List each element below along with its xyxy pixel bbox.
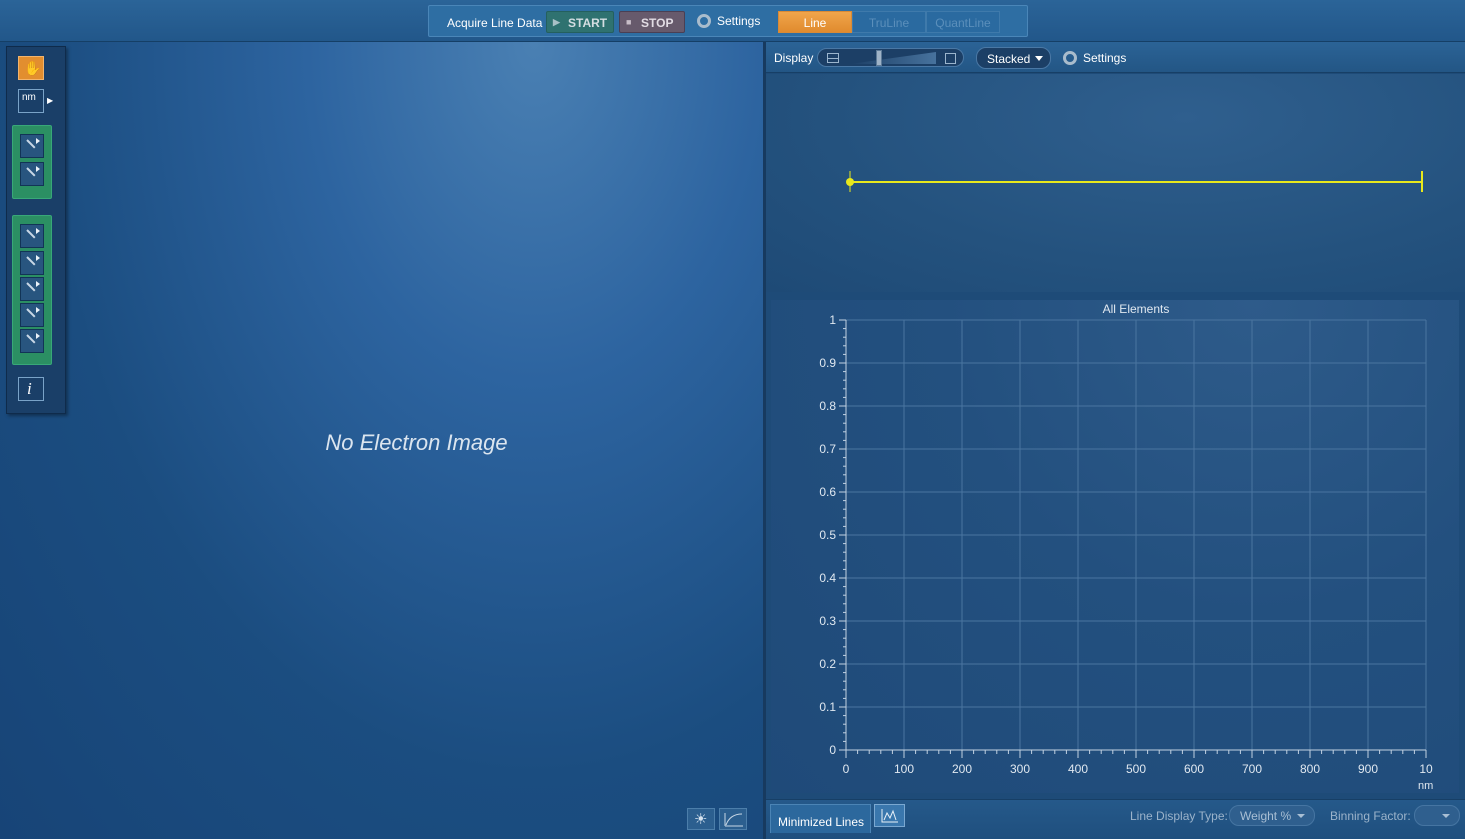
chevron-down-icon (1035, 56, 1043, 61)
y-tick-label: 0.1 (819, 700, 836, 714)
curve-icon (724, 813, 743, 827)
gear-icon (697, 14, 711, 28)
y-tick-label: 0.8 (819, 399, 836, 413)
chart-options-bar: Minimized Lines Line Display Type: Weigh… (766, 799, 1465, 839)
start-button[interactable]: ▶ START (546, 11, 614, 33)
line-data-panel: Display Stacked Settings 0 100 200 300 400 50… (766, 42, 1465, 839)
full-view-icon (945, 53, 956, 64)
line-display-type-select[interactable]: Weight % (1229, 805, 1315, 826)
y-tick-label: 0.9 (819, 356, 836, 370)
display-settings-button[interactable]: Settings (1063, 51, 1126, 65)
display-label: Display (774, 51, 814, 65)
binning-factor-label: Binning Factor: (1330, 809, 1411, 823)
x-tick-label: 800 (1300, 762, 1320, 776)
slider-track (850, 52, 936, 64)
display-split-slider[interactable] (817, 48, 964, 67)
play-icon: ▶ (553, 17, 560, 27)
x-tick-label: 10 (1419, 762, 1433, 776)
acquisition-toolbar: Acquire Line Data ▶ START ■ STOP Setting… (0, 0, 1465, 42)
y-tick-label: 0.6 (819, 485, 836, 499)
hand-icon: ✋ (24, 60, 42, 76)
chart-icon (881, 809, 898, 823)
y-tick-label: 0.4 (819, 571, 836, 585)
mode-tabs: Line TruLine QuantLine (778, 11, 1026, 33)
draw-line-list-tool[interactable] (20, 162, 44, 186)
split-view-icon (827, 53, 839, 63)
acquire-settings-button[interactable]: Settings (697, 14, 760, 28)
x-tick-label: 700 (1242, 762, 1262, 776)
info-button[interactable]: i (18, 377, 44, 401)
x-tick-label: 500 (1126, 762, 1146, 776)
line-edit-tool-4[interactable] (20, 303, 44, 327)
chevron-down-icon (1297, 814, 1305, 818)
y-tick-label: 1 (829, 313, 836, 327)
ruler-icon: nm (22, 92, 36, 103)
start-label: START (568, 16, 608, 30)
acquire-line-group: Acquire Line Data ▶ START ■ STOP Setting… (428, 5, 1028, 37)
settings-label: Settings (1083, 51, 1127, 65)
no-image-message: No Electron Image (325, 430, 508, 455)
y-tick-label: 0.5 (819, 528, 836, 542)
binning-factor-select[interactable] (1414, 805, 1460, 826)
y-tick-label: 0.7 (819, 442, 836, 456)
stop-label: STOP (641, 16, 674, 30)
line-edit-tool-1[interactable] (20, 224, 44, 248)
x-tick-label: 300 (1010, 762, 1030, 776)
line-edit-tool-3[interactable] (20, 277, 44, 301)
line-edit-tool-group (12, 215, 52, 365)
scale-bar-button[interactable]: nm (18, 89, 44, 113)
x-tick-label: 100 (894, 762, 914, 776)
tab-minimized-lines[interactable]: Minimized Lines (770, 804, 871, 833)
y-tick-label: 0.3 (819, 614, 836, 628)
gear-icon (1063, 51, 1077, 65)
expand-arrow-icon[interactable]: ▶ (47, 96, 53, 105)
display-mode-select[interactable]: Stacked (976, 47, 1051, 69)
x-tick-label: 900 (1358, 762, 1378, 776)
slider-thumb[interactable] (876, 50, 882, 66)
minimized-lines-label: Minimized Lines (778, 815, 865, 829)
chart-svg: 0 100 200 300 400 500 600 700 800 900 1000.10.20.3… (819, 302, 1433, 792)
tab-quantline[interactable]: QuantLine (926, 11, 1000, 33)
tab-truline[interactable]: TruLine (852, 11, 926, 33)
x-tick-label: 0 (843, 762, 850, 776)
stop-button[interactable]: ■ STOP (619, 11, 685, 33)
line-draw-tool-group (12, 125, 52, 199)
x-tick-label: 200 (952, 762, 972, 776)
pan-tool-button[interactable]: ✋ (18, 56, 44, 80)
chart-tool-button[interactable] (874, 804, 905, 827)
all-elements-chart: 0 100 200 300 400 500 600 700 800 900 10 0 0.1 0.2 0.3… (771, 300, 1459, 793)
acquire-title: Acquire Line Data (447, 16, 543, 30)
stop-icon: ■ (626, 17, 632, 27)
tab-line[interactable]: Line (778, 11, 852, 33)
line-edit-tool-5[interactable] (20, 329, 44, 353)
display-mode-value: Stacked (987, 52, 1031, 66)
y-tick-label: 0.2 (819, 657, 836, 671)
line-edit-tool-2[interactable] (20, 251, 44, 275)
chart-title: All Elements (1103, 302, 1170, 316)
brightness-button[interactable]: ☀ (687, 808, 715, 830)
image-tool-strip: ✋ nm ▶ i (6, 46, 66, 414)
x-tick-label: 600 (1184, 762, 1204, 776)
y-tick-label: 0 (829, 743, 836, 757)
brightness-icon: ☀ (694, 811, 708, 828)
chevron-down-icon (1442, 814, 1450, 818)
x-axis-label: nm (1418, 780, 1433, 792)
electron-image-panel: ✋ nm ▶ i No Electron Image ☀ (0, 42, 763, 839)
line-display-type-label: Line Display Type: (1130, 809, 1228, 823)
line-display-type-value: Weight % (1240, 809, 1292, 823)
draw-line-tool[interactable] (20, 134, 44, 158)
line-preview-svg (846, 171, 1423, 192)
x-tick-label: 400 (1068, 762, 1088, 776)
display-toolbar: Display Stacked Settings (766, 42, 1465, 73)
settings-label: Settings (717, 14, 761, 28)
info-icon: i (27, 379, 32, 398)
line-preview (766, 74, 1465, 292)
curve-button[interactable] (719, 808, 747, 830)
